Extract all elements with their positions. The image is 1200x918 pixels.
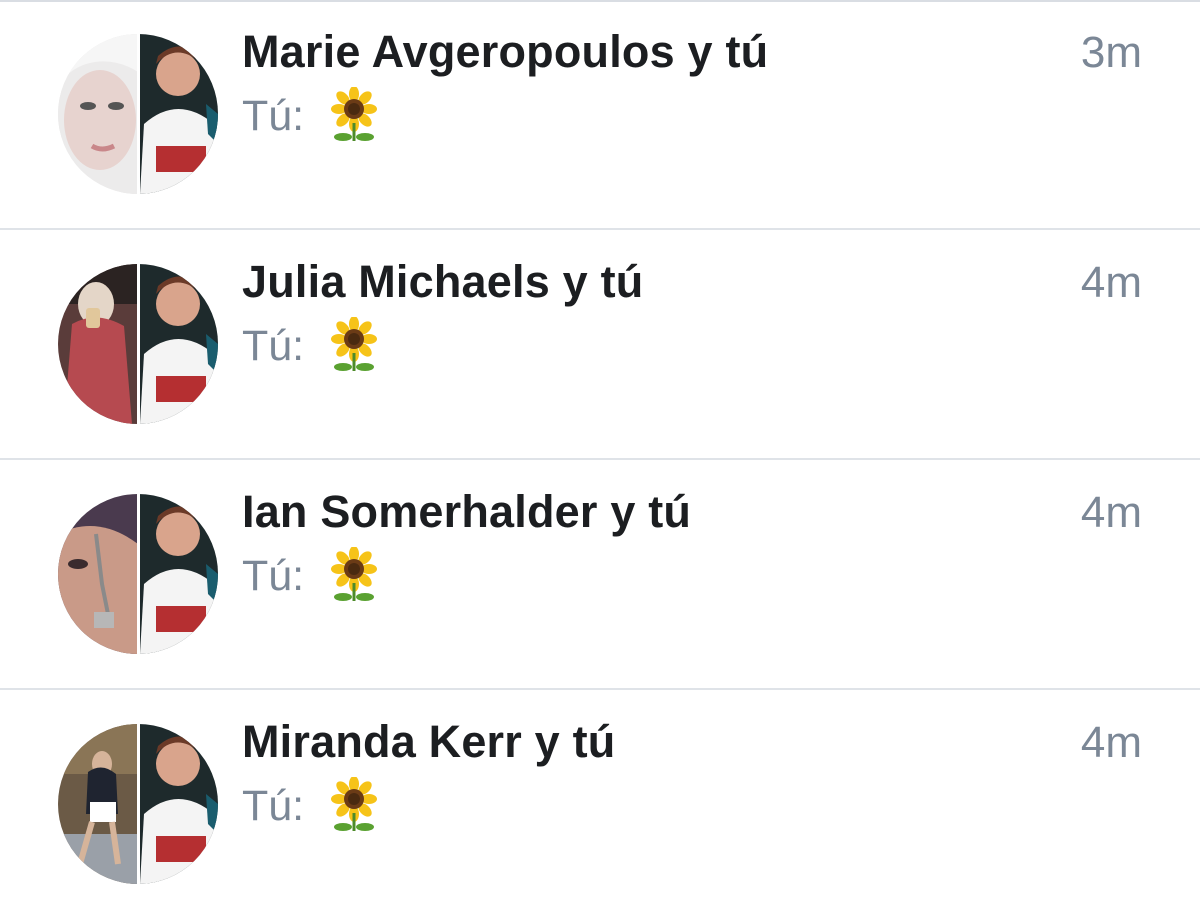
preview-sender-label: Tú: (242, 91, 305, 140)
conversation-row[interactable]: Miranda Kerr y tú 4m Tú: (0, 690, 1200, 918)
conversation-title: Julia Michaels y tú (242, 256, 644, 307)
sunflower-icon (331, 547, 378, 601)
conversation-row[interactable]: Ian Somerhalder y tú 4m Tú: (0, 460, 1200, 690)
preview-sender-label: Tú: (242, 781, 305, 830)
group-avatar[interactable] (58, 494, 218, 654)
group-avatar[interactable] (58, 264, 218, 424)
sunflower-icon (331, 777, 378, 831)
group-avatar-image (58, 724, 218, 884)
group-avatar[interactable] (58, 724, 218, 884)
message-preview: Tú: (242, 316, 380, 376)
conversation-list: Marie Avgeropoulos y tú 3m Tú: Julia Mic… (0, 0, 1200, 918)
preview-sender-label: Tú: (242, 551, 305, 600)
sunflower-icon (331, 87, 378, 141)
group-avatar-image (58, 34, 218, 194)
timestamp: 4m (1080, 258, 1142, 307)
preview-sender-label: Tú: (242, 321, 305, 370)
group-avatar-image (58, 494, 218, 654)
conversation-title: Ian Somerhalder y tú (242, 486, 692, 537)
message-preview: Tú: (242, 546, 380, 606)
sunflower-icon (331, 317, 378, 371)
timestamp: 4m (1080, 718, 1142, 767)
message-preview: Tú: (242, 776, 380, 836)
conversation-title: Marie Avgeropoulos y tú (242, 26, 769, 77)
conversation-row[interactable]: Julia Michaels y tú 4m Tú: (0, 230, 1200, 460)
timestamp: 3m (1080, 28, 1142, 77)
timestamp: 4m (1080, 488, 1142, 537)
group-avatar[interactable] (58, 34, 218, 194)
conversation-row[interactable]: Marie Avgeropoulos y tú 3m Tú: (0, 0, 1200, 230)
group-avatar-image (58, 264, 218, 424)
message-preview: Tú: (242, 86, 380, 146)
conversation-title: Miranda Kerr y tú (242, 716, 616, 767)
